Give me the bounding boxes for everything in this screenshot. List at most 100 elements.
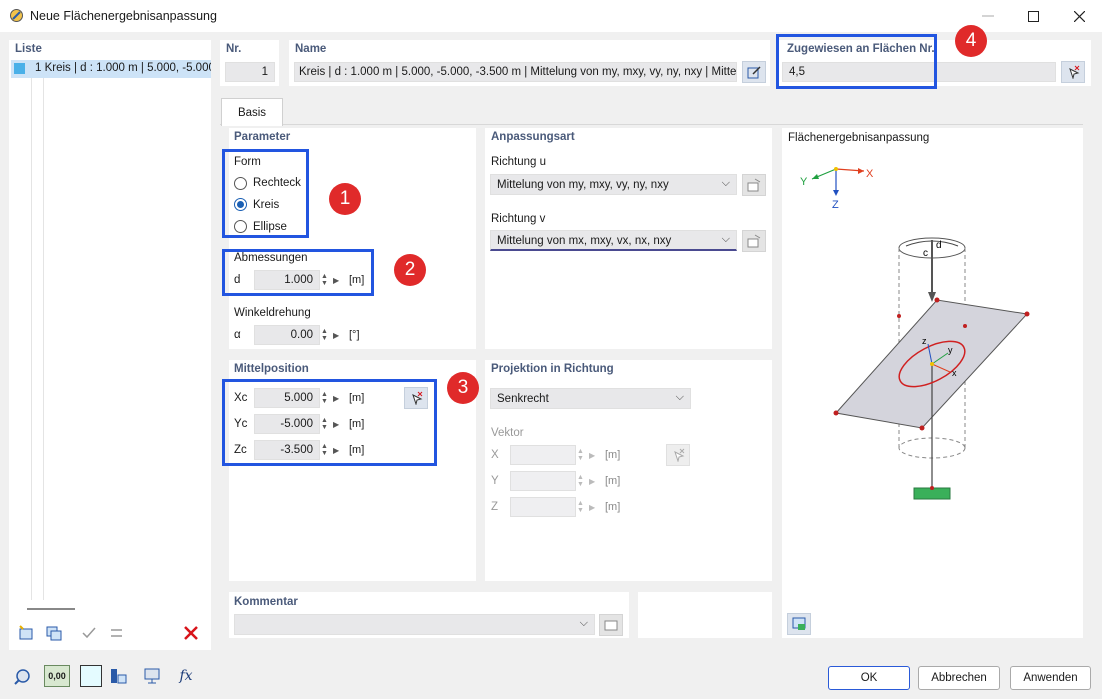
- edit-name-icon[interactable]: [742, 61, 766, 83]
- model-view-icon[interactable]: [106, 665, 130, 687]
- nr-field[interactable]: 1: [225, 62, 275, 82]
- alpha-value: 0.00: [290, 329, 313, 341]
- list-guide: [43, 78, 44, 600]
- copy-item-icon[interactable]: [42, 622, 66, 644]
- alpha-label: α: [234, 329, 241, 341]
- preview-panel: Flächenergebnisanpassung X Y Z d c x y z: [782, 128, 1083, 638]
- tab-basis[interactable]: Basis: [221, 98, 283, 126]
- dim-d-label: d: [936, 240, 942, 251]
- chevron-down-icon: ⌵: [721, 233, 730, 245]
- search-icon[interactable]: [10, 666, 34, 688]
- u-value: Mittelung von my, mxy, vy, ny, nxy: [497, 179, 669, 191]
- list-item[interactable]: 1 Kreis | d : 1.000 m | 5.000, -5.000: [11, 60, 211, 78]
- u-options-icon[interactable]: [742, 174, 766, 196]
- center-title: Mittelposition: [234, 363, 309, 375]
- vz-unit: [m]: [605, 501, 621, 513]
- highlight-dimensions: [222, 249, 374, 296]
- vx-input[interactable]: [510, 445, 576, 465]
- local-y-label: y: [948, 345, 953, 355]
- list-title: Liste: [15, 43, 42, 55]
- empty-panel: [638, 592, 772, 638]
- list-item-label: 1 Kreis | d : 1.000 m | 5.000, -5.000: [35, 62, 211, 74]
- name-field[interactable]: Kreis | d : 1.000 m | 5.000, -5.000, -3.…: [294, 62, 737, 82]
- u-select[interactable]: Mittelung von my, mxy, vy, ny, nxy ⌵: [490, 174, 737, 195]
- apply-button[interactable]: Anwenden: [1010, 666, 1091, 690]
- units-icon[interactable]: 0,00: [44, 665, 70, 687]
- color-icon[interactable]: [80, 665, 102, 687]
- pick-vector-icon[interactable]: [666, 444, 690, 466]
- list-panel: Liste 1 Kreis | d : 1.000 m | 5.000, -5.…: [9, 40, 211, 650]
- badge-3: 3: [447, 372, 479, 404]
- chevron-down-icon: ⌵: [579, 617, 588, 629]
- axis-y-label: Y: [800, 176, 808, 188]
- vy-spinner[interactable]: ▲ ▼ ▶: [577, 471, 601, 491]
- vx-spinner[interactable]: ▲ ▼ ▶: [577, 445, 601, 465]
- alpha-unit: [°]: [349, 329, 360, 341]
- v-select[interactable]: Mittelung von mx, mxy, vx, nx, nxy ⌵: [490, 230, 737, 251]
- preview-figure: X Y Z d c x y z: [800, 167, 1030, 500]
- vector-label: Vektor: [491, 427, 524, 439]
- color-swatch-icon: [14, 63, 25, 74]
- name-value: Kreis | d : 1.000 m | 5.000, -5.000, -3.…: [299, 66, 737, 78]
- badge-1: 1: [329, 183, 361, 215]
- projection-select[interactable]: Senkrecht ⌵: [490, 388, 691, 409]
- maximize-button[interactable]: [1010, 0, 1056, 32]
- comment-input[interactable]: ⌵: [234, 614, 595, 635]
- vy-label: Y: [491, 475, 499, 487]
- uncheck-icon[interactable]: [105, 622, 129, 644]
- chevron-down-icon: ⌵: [675, 391, 684, 403]
- vz-spinner[interactable]: ▲ ▼ ▶: [577, 497, 601, 517]
- dim-c-label: c: [923, 248, 928, 259]
- comment-label: Kommentar: [234, 596, 298, 608]
- vy-input[interactable]: [510, 471, 576, 491]
- adjust-title: Anpassungsart: [491, 131, 575, 143]
- tab-basis-label: Basis: [237, 106, 267, 119]
- ok-button[interactable]: OK: [828, 666, 910, 690]
- vx-label: X: [491, 449, 499, 461]
- preview-options-icon[interactable]: [787, 613, 811, 635]
- vz-label: Z: [491, 501, 499, 513]
- highlight-assigned: [776, 34, 937, 89]
- projection-panel: Projektion in Richtung Senkrecht ⌵ Vektor…: [485, 360, 772, 581]
- check-icon[interactable]: [77, 622, 101, 644]
- new-item-icon[interactable]: [14, 622, 38, 644]
- projection-title: Projektion in Richtung: [491, 363, 614, 375]
- alpha-spinner[interactable]: ▲ ▼ ▶: [321, 325, 345, 345]
- badge-2: 2: [394, 254, 426, 286]
- axis-z-label: Z: [832, 199, 839, 211]
- highlight-center: [222, 379, 437, 466]
- u-label: Richtung u: [491, 156, 546, 168]
- delete-icon[interactable]: [179, 622, 203, 644]
- nr-label: Nr.: [226, 43, 242, 55]
- axis-x-label: X: [866, 168, 874, 180]
- rotation-label: Winkeldrehung: [234, 307, 311, 319]
- comment-panel: Kommentar ⌵: [229, 592, 629, 638]
- display-icon[interactable]: [140, 665, 164, 687]
- tab-bar: [220, 97, 1083, 125]
- highlight-form: [222, 149, 309, 238]
- preview-title: Flächenergebnisanpassung: [788, 132, 930, 144]
- nr-panel: Nr. 1: [220, 40, 279, 86]
- vx-unit: [m]: [605, 449, 621, 461]
- badge-4: 4: [955, 25, 987, 57]
- name-label: Name: [295, 43, 327, 55]
- name-panel: Name Kreis | d : 1.000 m | 5.000, -5.000…: [289, 40, 770, 86]
- v-value: Mittelung von mx, mxy, vx, nx, nxy: [497, 235, 672, 247]
- parameter-title: Parameter: [234, 131, 291, 143]
- cancel-button[interactable]: Abbrechen: [918, 666, 1000, 690]
- vz-input[interactable]: [510, 497, 576, 517]
- nr-value: 1: [261, 66, 268, 78]
- horizontal-scrollbar[interactable]: [27, 608, 75, 610]
- adjust-panel: Anpassungsart Richtung u Mittelung von m…: [485, 128, 772, 349]
- list-guide: [31, 78, 32, 600]
- formula-icon[interactable]: fx: [174, 665, 198, 687]
- comment-library-icon[interactable]: [599, 614, 623, 636]
- v-options-icon[interactable]: [742, 230, 766, 252]
- window-title: Neue Flächenergebnisanpassung: [30, 9, 217, 23]
- close-button[interactable]: [1056, 0, 1102, 32]
- chevron-down-icon: ⌵: [721, 177, 730, 189]
- v-label: Richtung v: [491, 213, 546, 225]
- alpha-input[interactable]: 0.00: [254, 325, 320, 345]
- local-x-label: x: [952, 368, 957, 378]
- select-surfaces-icon[interactable]: [1061, 61, 1085, 83]
